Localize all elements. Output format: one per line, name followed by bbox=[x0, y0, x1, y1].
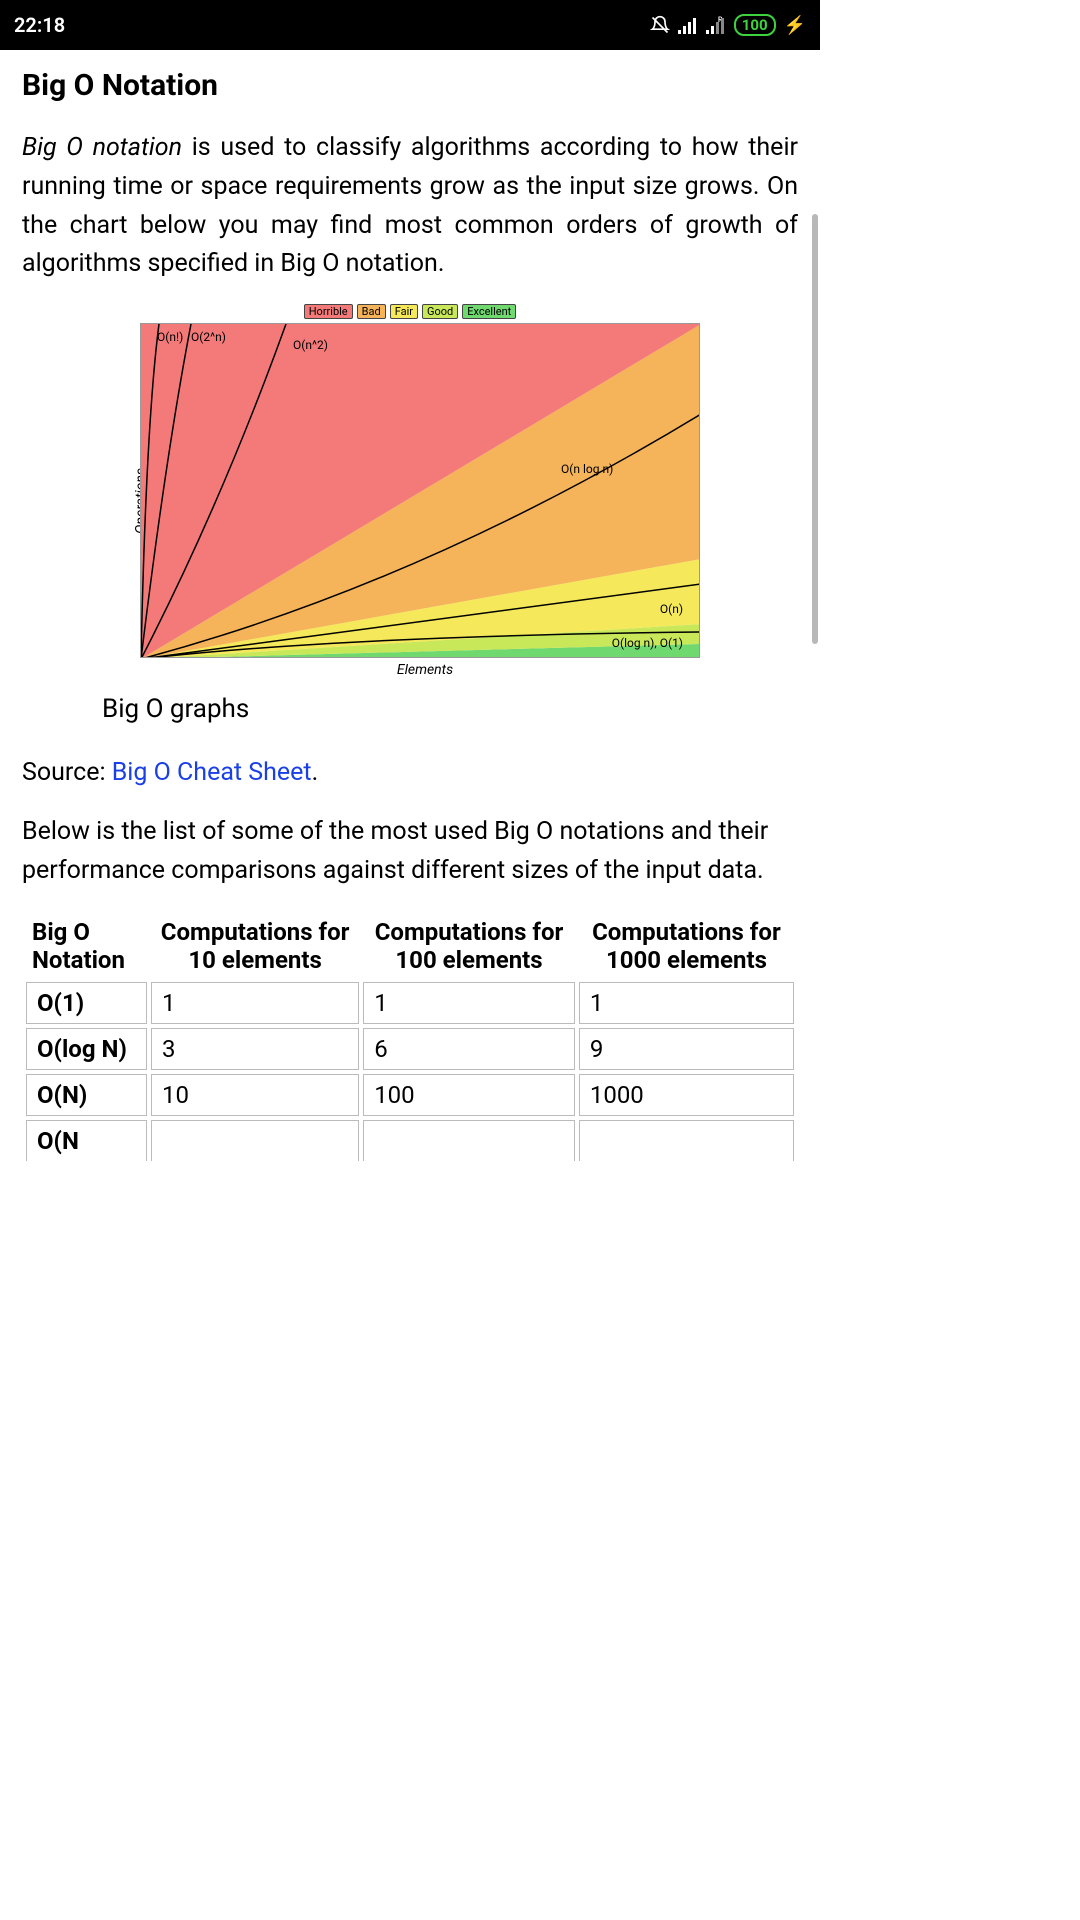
status-time: 22:18 bbox=[14, 13, 65, 37]
th-100: Computations for 100 elements bbox=[363, 914, 575, 978]
page-title: Big O Notation bbox=[22, 68, 798, 103]
legend-good: Good bbox=[422, 304, 458, 319]
legend-fair: Fair bbox=[390, 304, 418, 319]
below-paragraph: Below is the list of some of the most us… bbox=[22, 813, 798, 891]
table-row: O(N bbox=[26, 1120, 794, 1161]
label-nfact: O(n!) bbox=[157, 330, 183, 344]
table-row: O(N)101001000 bbox=[26, 1074, 794, 1116]
label-nlogn: O(n log n) bbox=[561, 462, 613, 476]
source-line: Source: Big O Cheat Sheet. bbox=[22, 754, 798, 793]
table-header-row: Big O Notation Computations for 10 eleme… bbox=[26, 914, 794, 978]
cell-value: 100 bbox=[363, 1074, 575, 1116]
scrollbar[interactable] bbox=[812, 214, 818, 644]
cell-value bbox=[151, 1120, 359, 1161]
signal-icon bbox=[678, 16, 698, 34]
intro-lead: Big O notation bbox=[22, 133, 182, 162]
chart-legend: Horrible Bad Fair Good Excellent bbox=[110, 304, 710, 319]
status-right: R 100 ⚡ bbox=[650, 14, 806, 36]
th-notation: Big O Notation bbox=[26, 914, 147, 978]
cell-value: 10 bbox=[151, 1074, 359, 1116]
cell-notation: O(log N) bbox=[26, 1028, 147, 1070]
cell-notation: O(N) bbox=[26, 1074, 147, 1116]
cell-notation: O(N bbox=[26, 1120, 147, 1161]
label-logn: O(log n), O(1) bbox=[612, 636, 683, 650]
cell-value: 9 bbox=[579, 1028, 794, 1070]
cell-value: 3 bbox=[151, 1028, 359, 1070]
chart-caption: Big O graphs bbox=[102, 694, 798, 724]
cell-notation: O(1) bbox=[26, 982, 147, 1024]
cell-value: 1000 bbox=[579, 1074, 794, 1116]
alarm-off-icon bbox=[650, 15, 670, 35]
x-axis-label: Elements bbox=[140, 662, 710, 678]
chart-svg bbox=[141, 324, 700, 658]
cell-value: 6 bbox=[363, 1028, 575, 1070]
cell-value bbox=[363, 1120, 575, 1161]
legend-bad: Bad bbox=[357, 304, 386, 319]
source-suffix: . bbox=[312, 758, 319, 787]
legend-excellent: Excellent bbox=[462, 304, 516, 319]
plot-area: O(n!) O(2^n) O(n^2) O(n log n) O(n) O(lo… bbox=[140, 323, 700, 658]
th-10: Computations for 10 elements bbox=[151, 914, 359, 978]
table-row: O(1)111 bbox=[26, 982, 794, 1024]
label-exp: O(2^n) bbox=[191, 330, 226, 344]
label-sq: O(n^2) bbox=[293, 338, 328, 352]
table-row: O(log N)369 bbox=[26, 1028, 794, 1070]
complexity-table: Big O Notation Computations for 10 eleme… bbox=[22, 910, 798, 1165]
label-n: O(n) bbox=[660, 602, 683, 616]
intro-paragraph: Big O notation is used to classify algor… bbox=[22, 129, 798, 284]
signal-roaming-icon: R bbox=[706, 16, 726, 34]
source-prefix: Source: bbox=[22, 758, 112, 787]
charging-icon: ⚡ bbox=[784, 15, 806, 36]
source-link[interactable]: Big O Cheat Sheet bbox=[112, 758, 312, 787]
legend-horrible: Horrible bbox=[304, 304, 353, 319]
status-bar: 22:18 R 100 ⚡ bbox=[0, 0, 820, 50]
cell-value: 1 bbox=[579, 982, 794, 1024]
cell-value: 1 bbox=[363, 982, 575, 1024]
battery-indicator: 100 bbox=[734, 14, 776, 36]
complexity-chart: Horrible Bad Fair Good Excellent Operati… bbox=[110, 304, 710, 678]
page-content: Big O Notation Big O notation is used to… bbox=[0, 50, 820, 1165]
cell-value: 1 bbox=[151, 982, 359, 1024]
th-1000: Computations for 1000 elements bbox=[579, 914, 794, 978]
cell-value bbox=[579, 1120, 794, 1161]
